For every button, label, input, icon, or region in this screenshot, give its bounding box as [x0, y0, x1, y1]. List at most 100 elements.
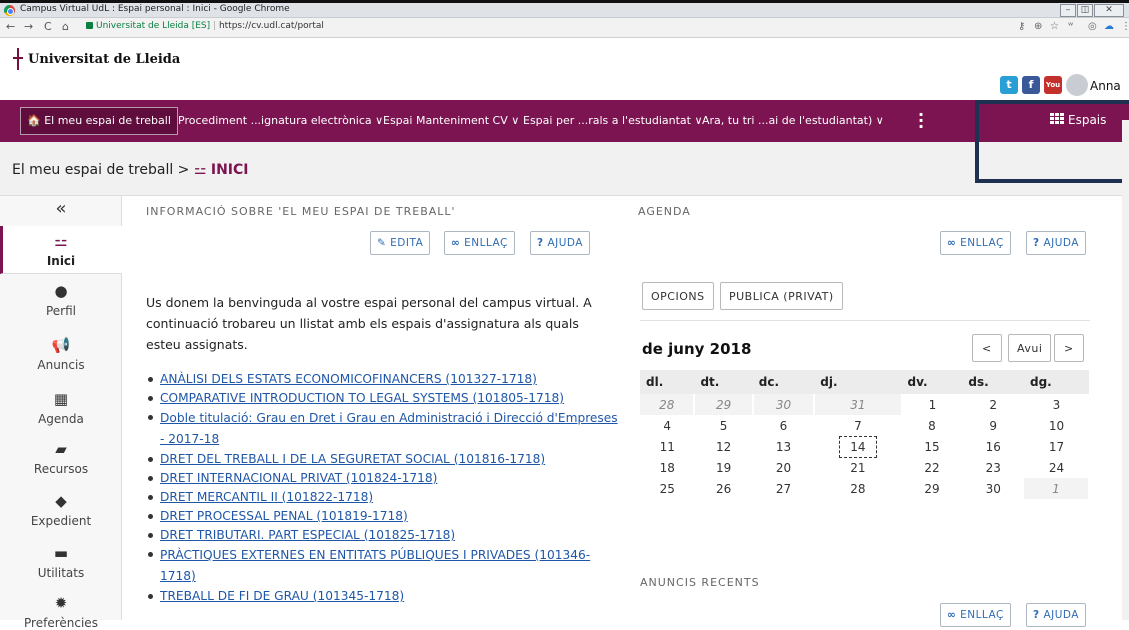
help-button[interactable]: ? AJUDA [530, 231, 590, 255]
sidebar-item-inici[interactable]: ⚍ Inici [0, 232, 122, 268]
twitter-icon[interactable]: t [1000, 76, 1018, 94]
calendar-day[interactable]: 5 [694, 415, 752, 436]
calendar-day[interactable]: 23 [962, 457, 1024, 478]
calendar-day[interactable]: 6 [753, 415, 815, 436]
nav-item-manteniment[interactable]: Espai Manteniment CV ∨ [383, 114, 519, 127]
extension-icon[interactable]: ◎ [1088, 21, 1097, 32]
calendar-day[interactable]: 27 [753, 478, 815, 499]
scrollbar[interactable] [1122, 120, 1129, 620]
course-link[interactable]: DRET INTERNACIONAL PRIVAT (101824-1718) [160, 471, 437, 485]
close-icon[interactable]: ✕ [1094, 4, 1124, 17]
sidebar-item-preferencies[interactable]: ✹ Preferències [0, 594, 122, 630]
home-icon[interactable]: ⌂ [62, 20, 69, 33]
calendar-day[interactable]: 8 [902, 415, 963, 436]
maximize-icon[interactable]: ◫ [1077, 4, 1093, 17]
calendar-day[interactable]: 17 [1024, 436, 1089, 457]
url-field[interactable]: Universitat de Lleida [ES] | https://cv.… [86, 21, 324, 31]
key-icon[interactable]: ⚷ [1018, 21, 1025, 32]
calendar-day[interactable]: 28 [640, 394, 696, 415]
calendar-day[interactable]: 29 [694, 394, 754, 415]
calendar-day[interactable]: 2 [962, 394, 1024, 415]
calendar-day[interactable]: 16 [962, 436, 1024, 457]
edit-button[interactable]: ✎ EDITA [370, 231, 431, 255]
calendar-day[interactable]: 1 [902, 394, 963, 415]
calendar-day[interactable]: 13 [753, 436, 815, 457]
news-help-button[interactable]: ? AJUDA [1026, 603, 1086, 627]
course-link[interactable]: DRET TRIBUTARI. PART ESPECIAL (101825-17… [160, 528, 455, 542]
course-link[interactable]: Doble titulació: Grau en Dret i Grau en … [160, 411, 618, 446]
calendar-day[interactable]: 15 [902, 436, 963, 457]
sidebar-item-expedient[interactable]: ◆ Expedient [0, 492, 122, 528]
calendar-day[interactable]: 22 [902, 457, 963, 478]
back-icon[interactable]: ← [6, 20, 15, 33]
reload-icon[interactable]: C [44, 20, 52, 33]
menu-icon[interactable]: ⋮ [1121, 21, 1129, 32]
agenda-help-button[interactable]: ? AJUDA [1026, 231, 1086, 255]
news-link-button[interactable]: ∞ ENLLAÇ [940, 603, 1011, 627]
calendar-day[interactable]: 4 [640, 415, 694, 436]
calendar-day[interactable]: 20 [753, 457, 815, 478]
today-button[interactable]: Avui [1008, 334, 1052, 362]
forward-icon[interactable]: → [24, 20, 33, 33]
bookmark-star-icon[interactable]: ☆ [1050, 21, 1059, 32]
calendar-day[interactable]: 30 [962, 478, 1024, 499]
university-logo[interactable]: Universitat de Lleida [10, 48, 180, 70]
agenda-link-button[interactable]: ∞ ENLLAÇ [940, 231, 1011, 255]
options-button[interactable]: OPCIONS [642, 282, 714, 310]
calendar-day[interactable]: 19 [694, 457, 752, 478]
publish-button[interactable]: PUBLICA (PRIVAT) [720, 282, 843, 310]
course-link[interactable]: PRÀCTIQUES EXTERNES EN ENTITATS PÚBLIQUE… [160, 548, 590, 583]
course-link[interactable]: DRET DEL TREBALL I DE LA SEGURETAT SOCIA… [160, 452, 545, 466]
calendar-day[interactable]: 29 [902, 478, 963, 499]
calendar-day[interactable]: 26 [694, 478, 752, 499]
course-link[interactable]: ANÀLISI DELS ESTATS ECONOMICOFINANCERS (… [160, 372, 537, 386]
course-link[interactable]: DRET MERCANTIL II (101822-1718) [160, 490, 373, 504]
calendar-day-today[interactable]: 14 [814, 435, 901, 458]
list-item: DRET DEL TREBALL I DE LA SEGURETAT SOCIA… [148, 450, 618, 469]
calendar-day[interactable]: 3 [1024, 394, 1089, 415]
next-month-button[interactable]: > [1054, 334, 1084, 362]
collapse-sidebar-button[interactable]: « [0, 198, 122, 219]
cloud-icon[interactable]: ☁ [1104, 21, 1114, 32]
graduation-cap-icon: ◆ [55, 492, 67, 510]
nav-item-espai-per[interactable]: Espai per ...rals a l'estudiantat ∨ [523, 114, 703, 127]
user-name[interactable]: Anna [1090, 79, 1121, 93]
minimize-icon[interactable]: – [1060, 4, 1076, 17]
avatar[interactable] [1066, 74, 1088, 96]
calendar-day[interactable]: 18 [640, 457, 694, 478]
calendar-day[interactable]: 11 [640, 436, 694, 457]
course-link[interactable]: COMPARATIVE INTRODUCTION TO LEGAL SYSTEM… [160, 391, 564, 405]
nav-item-procediment[interactable]: Procediment ...ignatura electrònica ∨ [178, 114, 383, 127]
calendar-day[interactable]: 28 [814, 478, 901, 499]
calendar-day[interactable]: 10 [1024, 415, 1089, 436]
calendar-day[interactable]: 31 [814, 394, 903, 415]
extension-icon[interactable]: ʷ [1068, 21, 1073, 32]
calendar-day[interactable]: 25 [640, 478, 694, 499]
calendar-day[interactable]: 21 [814, 457, 901, 478]
prev-month-button[interactable]: < [972, 334, 1002, 362]
sidebar-item-perfil[interactable]: ● Perfil [0, 282, 122, 318]
sidebar-item-agenda[interactable]: ▦ Agenda [0, 390, 122, 426]
calendar-grid: dl. dt. dc. dj. dv. ds. dg. 28 29 30 31 … [640, 370, 1091, 499]
calendar-day[interactable]: 30 [752, 394, 816, 415]
course-link[interactable]: TREBALL DE FI DE GRAU (101345-1718) [160, 589, 404, 603]
nav-item-ara-tu-tri[interactable]: Ara, tu tri ...ai de l'estudiantat) ∨ [702, 114, 884, 127]
zoom-icon[interactable]: ⊕ [1034, 21, 1042, 32]
sidebar-item-anuncis[interactable]: 📢 Anuncis [0, 336, 122, 372]
calendar-day[interactable]: 1 [1023, 478, 1091, 499]
youtube-icon[interactable]: You [1044, 76, 1062, 94]
course-link[interactable]: DRET PROCESSAL PENAL (101819-1718) [160, 509, 408, 523]
weekday-header: ds. [962, 370, 1024, 394]
weekday-header: dl. [640, 370, 695, 394]
more-menu-icon[interactable]: · · · [917, 107, 925, 135]
sidebar-item-recursos[interactable]: ▰ Recursos [0, 440, 122, 476]
nav-home-button[interactable]: 🏠 El meu espai de treball [20, 107, 178, 135]
calendar-day[interactable]: 24 [1024, 457, 1089, 478]
facebook-icon[interactable]: f [1022, 76, 1040, 94]
link-button[interactable]: ∞ ENLLAÇ [444, 231, 515, 255]
sidebar-item-utilitats[interactable]: ▬ Utilitats [0, 544, 122, 580]
calendar-day[interactable]: 12 [694, 436, 752, 457]
calendar-day[interactable]: 7 [814, 415, 901, 436]
breadcrumb-root[interactable]: El meu espai de treball [12, 162, 173, 178]
calendar-day[interactable]: 9 [962, 415, 1024, 436]
